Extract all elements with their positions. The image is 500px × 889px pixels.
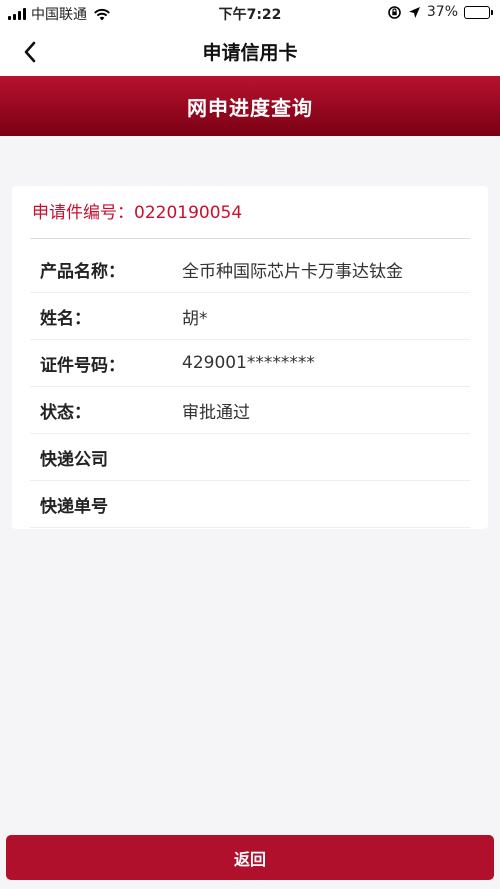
row-name: 姓名： 胡* xyxy=(30,293,470,340)
application-card: 申请件编号：0220190054 产品名称： 全币种国际芯片卡万事达钛金 姓名：… xyxy=(12,186,488,529)
battery-percent: 37% xyxy=(426,4,458,20)
row-tracking-number: 快递单号 xyxy=(30,481,470,528)
status-right: 37% xyxy=(387,4,493,20)
info-list: 产品名称： 全币种国际芯片卡万事达钛金 姓名： 胡* 证件号码： 429001*… xyxy=(30,246,470,528)
row-label: 快递单号 xyxy=(40,496,108,517)
row-courier-company: 快递公司 xyxy=(30,434,470,481)
row-label: 姓名： xyxy=(40,308,91,329)
battery-icon xyxy=(464,5,493,19)
status-bar: 中国联通 下午7:22 37% xyxy=(0,0,500,26)
row-label: 证件号码： xyxy=(40,355,125,376)
location-icon xyxy=(408,6,420,18)
row-id-number: 证件号码： 429001******** xyxy=(30,340,470,387)
row-label: 状态： xyxy=(40,402,91,423)
header-banner: 网申进度查询 xyxy=(0,76,500,136)
row-value: 全币种国际芯片卡万事达钛金 xyxy=(182,261,403,282)
row-value: 429001******** xyxy=(182,353,315,373)
page-title: 申请信用卡 xyxy=(202,42,298,64)
row-status: 状态： 审批通过 xyxy=(30,387,470,434)
card-divider xyxy=(30,238,470,239)
banner-title: 网申进度查询 xyxy=(187,95,313,120)
row-label: 快递公司 xyxy=(40,449,108,470)
return-button[interactable]: 返回 xyxy=(6,835,494,880)
row-value: 胡* xyxy=(182,308,208,329)
row-label: 产品名称： xyxy=(40,261,125,282)
row-value: 审批通过 xyxy=(182,402,250,423)
application-number: 申请件编号：0220190054 xyxy=(32,203,243,223)
orientation-lock-icon xyxy=(388,5,401,19)
row-product: 产品名称： 全币种国际芯片卡万事达钛金 xyxy=(30,246,470,293)
nav-bar: 申请信用卡 xyxy=(0,26,500,76)
